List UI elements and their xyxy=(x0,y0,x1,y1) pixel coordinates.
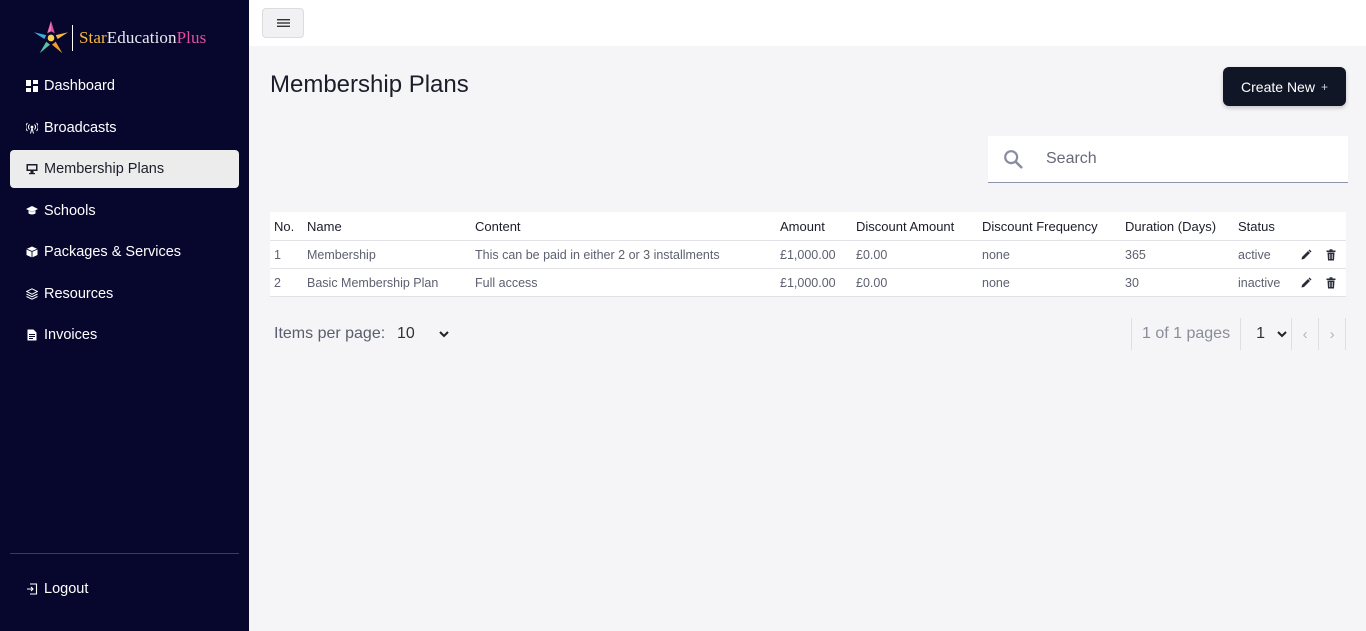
cell-no: 2 xyxy=(274,275,281,290)
paginator: 1 of 1 pages 1 ‹ › xyxy=(1131,318,1347,350)
logo-divider xyxy=(72,25,73,51)
column-header-discount-amount[interactable]: Discount Amount xyxy=(856,219,954,234)
sidebar-item-label: Membership Plans xyxy=(44,161,165,177)
membership-plans-table: No. Name Content Amount Discount Amount … xyxy=(270,212,1346,297)
cell-name: Membership xyxy=(307,247,376,262)
brand-part-star: Star xyxy=(79,28,107,47)
graduation-cap-icon xyxy=(26,205,38,217)
column-header-duration[interactable]: Duration (Days) xyxy=(1125,219,1216,234)
broadcast-icon xyxy=(26,122,38,134)
cell-duration: 365 xyxy=(1125,247,1146,262)
sidebar-item-broadcasts[interactable]: Broadcasts xyxy=(10,109,239,147)
chevron-down-icon xyxy=(1277,330,1287,337)
create-new-label: Create New xyxy=(1241,78,1315,95)
column-header-amount[interactable]: Amount xyxy=(780,219,825,234)
trash-icon[interactable] xyxy=(1325,249,1337,261)
column-header-no[interactable]: No. xyxy=(274,219,294,234)
sidebar-nav: Dashboard Broadcasts Membership Plans Sc… xyxy=(10,67,239,358)
items-per-page-select[interactable]: 10 xyxy=(397,324,449,344)
sidebar-item-membership-plans[interactable]: Membership Plans xyxy=(10,150,239,188)
sidebar-item-invoices[interactable]: Invoices xyxy=(10,316,239,354)
brand-name: StarEducationPlus xyxy=(79,28,206,48)
sidebar-item-schools[interactable]: Schools xyxy=(10,192,239,230)
document-icon xyxy=(26,329,38,341)
cell-status: inactive xyxy=(1238,275,1281,290)
column-header-status[interactable]: Status xyxy=(1238,219,1275,234)
column-header-name[interactable]: Name xyxy=(307,219,342,234)
logout-icon xyxy=(26,583,38,595)
menu-toggle-button[interactable] xyxy=(262,8,304,38)
sidebar-item-resources[interactable]: Resources xyxy=(10,275,239,313)
monitor-icon xyxy=(26,163,38,175)
star-logo-icon xyxy=(33,20,69,54)
top-bar xyxy=(249,0,1366,46)
brand-logo[interactable]: StarEducationPlus xyxy=(32,18,206,58)
cell-discount-frequency: none xyxy=(982,247,1010,262)
search-box xyxy=(988,136,1348,183)
page-select[interactable]: 1 xyxy=(1241,318,1291,350)
cell-amount: £1,000.00 xyxy=(780,247,836,262)
brand-part-plus: Plus xyxy=(176,28,207,47)
column-header-discount-frequency[interactable]: Discount Frequency xyxy=(982,219,1098,234)
logout-label: Logout xyxy=(44,581,89,597)
chevron-left-icon: ‹ xyxy=(1302,325,1308,343)
search-icon xyxy=(1004,150,1023,169)
table-row[interactable]: 1 Membership This can be paid in either … xyxy=(270,241,1346,269)
dashboard-icon xyxy=(26,80,38,92)
brand-part-education: Education xyxy=(106,28,177,47)
prev-page-button[interactable]: ‹ xyxy=(1292,318,1318,350)
package-icon xyxy=(26,246,38,258)
pages-summary: 1 of 1 pages xyxy=(1142,325,1231,342)
sidebar-logout: Logout xyxy=(10,570,239,612)
table-row[interactable]: 2 Basic Membership Plan Full access £1,0… xyxy=(270,269,1346,297)
sidebar-item-label: Invoices xyxy=(44,327,98,343)
sidebar-item-dashboard[interactable]: Dashboard xyxy=(10,67,239,105)
pager-separator xyxy=(1345,318,1347,350)
cell-content: This can be paid in either 2 or 3 instal… xyxy=(475,247,720,262)
next-page-button[interactable]: › xyxy=(1319,318,1345,350)
logout-button[interactable]: Logout xyxy=(10,570,239,608)
layers-icon xyxy=(26,287,38,300)
cell-name: Basic Membership Plan xyxy=(307,275,439,290)
trash-icon[interactable] xyxy=(1325,277,1337,289)
cell-no: 1 xyxy=(274,247,281,262)
cell-discount-amount: £0.00 xyxy=(856,275,888,290)
search-input[interactable] xyxy=(1046,150,1326,168)
sidebar-item-label: Dashboard xyxy=(44,78,115,94)
cell-amount: £1,000.00 xyxy=(780,275,836,290)
current-page-value: 1 xyxy=(1256,325,1265,342)
sidebar-item-label: Schools xyxy=(44,202,96,219)
page-title: Membership Plans xyxy=(270,71,469,98)
sidebar-item-packages-services[interactable]: Packages & Services xyxy=(10,233,239,271)
items-per-page-value: 10 xyxy=(397,325,415,342)
table-header: No. Name Content Amount Discount Amount … xyxy=(270,212,1346,241)
cell-content: Full access xyxy=(475,275,538,290)
edit-icon[interactable] xyxy=(1300,249,1312,261)
column-header-content[interactable]: Content xyxy=(475,219,521,234)
sidebar: StarEducationPlus Dashboard Broadcasts M… xyxy=(0,0,249,631)
chevron-down-icon xyxy=(439,330,449,337)
sidebar-item-label: Broadcasts xyxy=(44,119,117,136)
plus-icon: + xyxy=(1320,79,1328,94)
cell-discount-frequency: none xyxy=(982,275,1010,290)
sidebar-item-label: Resources xyxy=(44,285,114,302)
edit-icon[interactable] xyxy=(1300,277,1312,289)
cell-discount-amount: £0.00 xyxy=(856,247,888,262)
create-new-button[interactable]: Create New + xyxy=(1223,67,1346,106)
sidebar-divider xyxy=(10,553,239,554)
hamburger-icon xyxy=(276,19,290,27)
chevron-right-icon: › xyxy=(1329,325,1335,343)
items-per-page-label: Items per page: xyxy=(274,325,386,342)
sidebar-item-label: Packages & Services xyxy=(44,244,182,260)
cell-duration: 30 xyxy=(1125,275,1139,290)
cell-status: active xyxy=(1238,247,1271,262)
